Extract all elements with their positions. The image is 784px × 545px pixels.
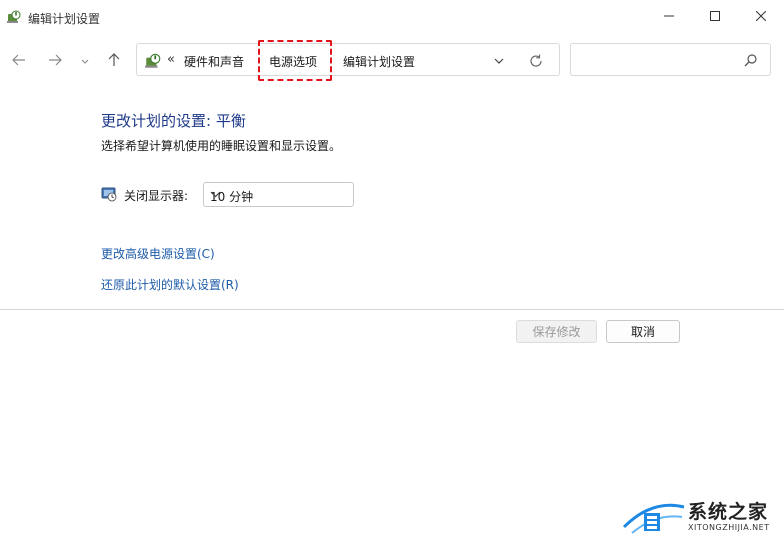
arrow-left-icon [12,54,26,69]
watermark-logo-icon [622,497,686,537]
page-title: 更改计划的设置: 平衡 [101,112,246,130]
address-bar[interactable]: « 硬件和声音 电源选项 编辑计划设置 [136,40,560,81]
display-off-label: 关闭显示器: [124,189,189,203]
up-button[interactable] [103,50,125,72]
forward-button[interactable] [44,50,66,72]
chevron-down-icon [210,189,221,200]
close-button[interactable] [738,0,784,34]
page-description: 选择希望计算机使用的睡眠设置和显示设置。 [101,139,342,153]
minimize-icon [664,10,674,24]
highlight-box [258,40,332,81]
breadcrumb-hardware-and-sound[interactable]: 硬件和声音 [184,53,244,70]
advanced-power-settings-link[interactable]: 更改高级电源设置(C) [101,245,215,262]
breadcrumb-edit-plan-settings[interactable]: 编辑计划设置 [343,53,415,70]
divider [0,309,784,310]
power-options-icon [144,52,162,70]
watermark: 系统之家 XITONGZHIJIA.NET [622,495,782,543]
arrow-right-icon [48,54,62,69]
refresh-icon[interactable] [528,53,544,69]
search-icon [744,53,758,67]
maximize-button[interactable] [692,0,738,34]
close-icon [755,10,767,24]
maximize-icon [710,10,720,24]
minimize-button[interactable] [646,0,692,34]
window-title: 编辑计划设置 [28,12,101,26]
arrow-up-icon [108,52,120,70]
cancel-button[interactable]: 取消 [606,320,680,343]
title-bar: 编辑计划设置 [0,0,784,34]
recent-locations-button[interactable] [74,50,96,72]
back-button[interactable] [8,50,30,72]
save-changes-button[interactable]: 保存修改 [516,320,597,343]
search-input[interactable] [570,43,771,76]
chevron-down-icon [81,54,89,68]
display-off-select[interactable]: 10 分钟 [203,182,354,207]
watermark-url: XITONGZHIJIA.NET [688,523,770,532]
monitor-icon [101,186,117,202]
power-options-icon [6,9,22,25]
breadcrumb-overflow[interactable]: « [167,52,175,67]
restore-defaults-link[interactable]: 还原此计划的默认设置(R) [101,276,239,293]
watermark-name: 系统之家 [688,501,769,523]
address-dropdown-chevron-icon[interactable] [492,54,506,68]
